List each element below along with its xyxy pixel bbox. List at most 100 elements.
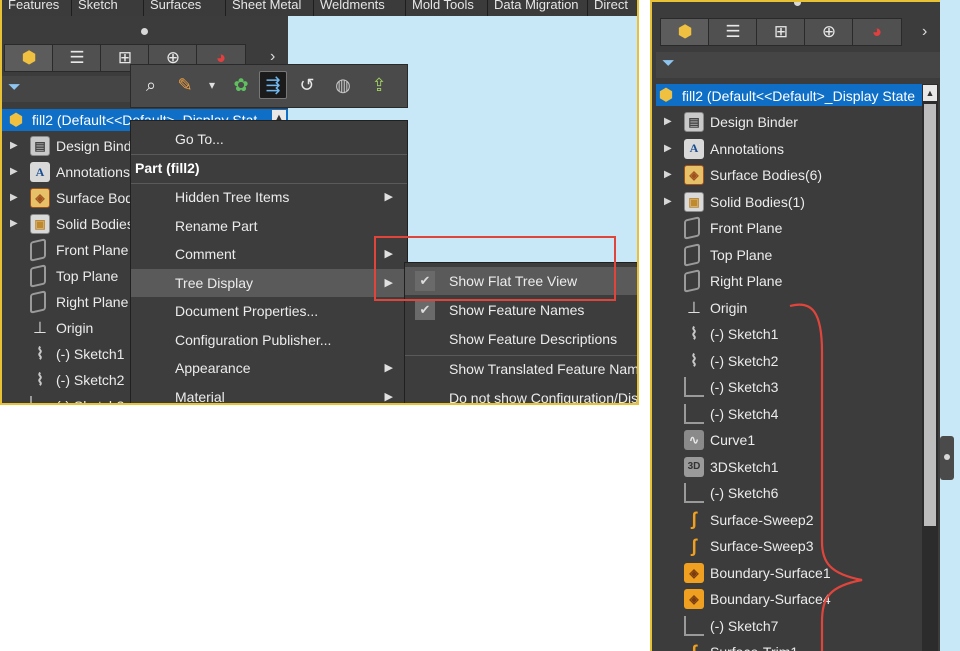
fm-tab[interactable]: ⊞ xyxy=(756,18,806,46)
zoom-to-selection-button[interactable]: ⌕ xyxy=(137,71,165,99)
filter-icon[interactable]: ⏷ xyxy=(662,55,675,73)
chevron-right-icon[interactable]: › xyxy=(922,23,927,41)
sketch-icon xyxy=(684,483,704,503)
submenu-arrow-icon: ▶ xyxy=(384,362,393,374)
expand-arrow-icon[interactable]: ▶ xyxy=(10,218,18,229)
tree-item-label: 3DSketch1 xyxy=(710,458,779,475)
command-tab[interactable]: Mold Tools xyxy=(406,0,488,16)
tree-root-item[interactable]: ⬢ fill2 (Default<<Default>_Display State xyxy=(656,84,926,106)
surface-sweep-icon: ʃ xyxy=(691,509,697,529)
expand-arrow-icon[interactable]: ▶ xyxy=(664,116,672,127)
fm-tab[interactable]: ⊕ xyxy=(804,18,854,46)
submenu-item[interactable]: Show Feature Descriptions xyxy=(405,325,637,353)
surface-bodies-icon: ◈ xyxy=(684,165,704,185)
tree-item-label: (-) Sketch1 xyxy=(56,346,125,362)
expand-arrow-icon[interactable]: ▶ xyxy=(664,196,672,207)
tree-item-label: (-) Sketch2 xyxy=(56,372,125,388)
expand-arrow-icon[interactable]: ▶ xyxy=(664,169,672,180)
menu-item-go-to[interactable]: Go To... xyxy=(131,125,407,153)
menu-item[interactable]: Configuration Publisher... xyxy=(131,326,407,354)
submenu-item-label: Show Feature Descriptions xyxy=(449,331,618,347)
tree-item-label: Design Binder xyxy=(710,114,798,130)
rollback-icon: ↺ xyxy=(299,74,315,95)
panel-grip[interactable] xyxy=(141,28,148,35)
tree-item[interactable]: ▶ ▤ Design Binder xyxy=(656,109,922,135)
menu-item-label: Hidden Tree Items xyxy=(175,189,290,205)
scene-button[interactable]: ✿ xyxy=(227,71,255,99)
menu-item-label: Material xyxy=(175,388,225,405)
design-binder-icon: ▤ xyxy=(30,136,50,156)
tree-item-label: Front Plane xyxy=(56,242,129,258)
tree-item-label: Solid Bodies xyxy=(56,216,134,232)
menu-item[interactable]: Tree Display ▶ xyxy=(131,268,407,297)
menu-item-label: Rename Part xyxy=(175,217,258,234)
show-hide-tree-button[interactable]: ⇶ xyxy=(259,71,287,99)
appearance-icon: ✎ xyxy=(177,74,193,95)
display-manager-icon: ◕ xyxy=(871,22,883,41)
tree-scrollbar[interactable]: ▲ xyxy=(922,84,938,651)
command-tab[interactable]: Surfaces xyxy=(144,0,226,16)
isolate-button[interactable]: ◍ xyxy=(329,71,357,99)
menu-item[interactable]: Hidden Tree Items ▶ xyxy=(131,183,407,211)
solid-bodies-icon: ▣ xyxy=(30,214,50,234)
rollback-button[interactable]: ↺ xyxy=(293,71,321,99)
command-tab[interactable]: Direct xyxy=(588,0,637,16)
fm-tab[interactable]: ⬢ xyxy=(660,18,710,46)
tree-item-label: Origin xyxy=(56,320,94,336)
dropdown-arrow-button[interactable]: ▾ xyxy=(205,71,219,99)
fm-tab[interactable]: ☰ xyxy=(708,18,758,46)
command-tab[interactable]: Weldments xyxy=(314,0,406,16)
annotations-icon: A xyxy=(684,138,704,159)
tree-item-label: Front Plane xyxy=(710,220,783,236)
scrollbar-thumb[interactable] xyxy=(924,104,936,526)
boundary-surface-icon: ◈ xyxy=(684,589,704,609)
export-icon: ⇪ xyxy=(371,74,387,95)
menu-item[interactable]: Comment ▶ xyxy=(131,240,407,268)
filter-icon[interactable]: ⏷ xyxy=(8,79,21,97)
export-button[interactable]: ⇪ xyxy=(365,71,393,99)
handle-grip xyxy=(944,454,950,460)
tree-item-label: Annotations xyxy=(710,140,784,157)
tree-item[interactable]: ▶ ▣ Solid Bodies(1) xyxy=(656,189,922,215)
fm-tab[interactable]: ⬢ xyxy=(4,44,54,72)
expand-arrow-icon[interactable]: ▶ xyxy=(664,143,672,154)
tree-root-label: fill2 (Default<<Default>_Display State xyxy=(682,88,916,104)
scroll-up-button[interactable]: ▲ xyxy=(923,85,937,101)
tree-item[interactable]: Right Plane xyxy=(656,268,922,294)
submenu-item[interactable]: Do not show Configuration/Display State … xyxy=(405,384,637,403)
tree-item[interactable]: ▶ A Annotations xyxy=(656,136,922,162)
menu-item-label: Tree Display xyxy=(175,274,254,291)
tree-item-label: (-) Sketch1 xyxy=(710,326,779,342)
expand-arrow-icon[interactable]: ▶ xyxy=(10,166,18,177)
tree-item-label: Right Plane xyxy=(56,294,129,310)
fm-tab[interactable]: ☰ xyxy=(52,44,102,72)
tree-item-label: (-) Sketch2 xyxy=(710,352,779,369)
tree-item[interactable]: ▶ ◈ Surface Bodies(6) xyxy=(656,162,922,188)
menu-item-label: Document Properties... xyxy=(175,303,319,319)
command-tab[interactable]: Features xyxy=(2,0,72,16)
menu-item[interactable]: Document Properties... xyxy=(131,297,407,325)
menu-item-label: Comment xyxy=(175,246,236,262)
expand-arrow-icon[interactable]: ▶ xyxy=(10,140,18,151)
3d-sketch-icon: 3D xyxy=(684,456,704,477)
feature-manager-tabs: › ⬢ ☰ ⊞ ⊕ ◕ xyxy=(652,18,940,48)
command-tab[interactable]: Sketch xyxy=(72,0,144,16)
panel-resize-handle[interactable] xyxy=(940,436,954,480)
command-tab[interactable]: Data Migration xyxy=(488,0,588,16)
submenu-item[interactable]: Show Translated Feature Names xyxy=(405,355,637,383)
plane-icon xyxy=(684,216,700,240)
isolate-icon: ◍ xyxy=(335,74,351,95)
sketch-icon xyxy=(684,615,704,636)
fm-tab[interactable]: ◕ xyxy=(852,18,902,46)
panel-grip[interactable] xyxy=(794,2,801,6)
menu-item[interactable]: Material ▶ xyxy=(131,383,407,405)
scene-icon: ✿ xyxy=(233,74,249,95)
graphics-viewport-strip[interactable] xyxy=(940,0,960,651)
menu-item[interactable]: Appearance ▶ xyxy=(131,354,407,382)
appearance-button[interactable]: ✎ xyxy=(171,71,199,99)
tree-item[interactable]: Top Plane xyxy=(656,242,922,268)
tree-item[interactable]: Front Plane xyxy=(656,215,922,241)
command-tab[interactable]: Sheet Metal xyxy=(226,0,314,16)
expand-arrow-icon[interactable]: ▶ xyxy=(10,192,18,203)
menu-item[interactable]: Rename Part xyxy=(131,212,407,240)
